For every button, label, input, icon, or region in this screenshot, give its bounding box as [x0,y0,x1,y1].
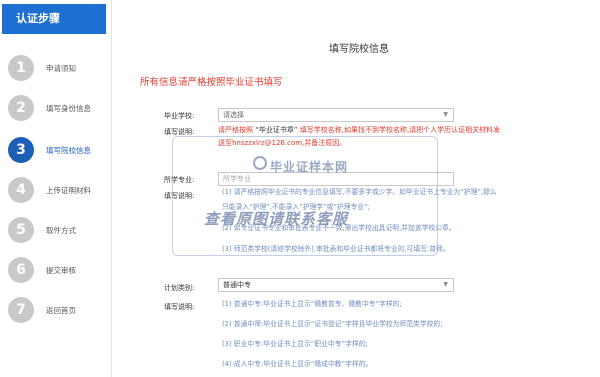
step-item-home[interactable]: 7 返回首页 [8,294,112,326]
step-number: 3 [8,137,34,163]
step-item-school[interactable]: 3 填写院校信息 [8,134,112,166]
plan-help-line: (2) 普通中师:毕业证书上显示“证书登记”字样且毕业学校为师范类学校的; [222,320,443,328]
plan-select[interactable]: 普通中专 ▼ [218,278,454,292]
help-text-part: 送至hnszzxlrz@126.com,并备注原因。 [218,139,347,147]
school-info-form: 填写院校信息 所有信息请严格按照毕业证书填写 毕业学校: 请选择 ▼ 填写说明:… [118,0,600,377]
school-select[interactable]: 请选择 ▼ [218,108,454,122]
plan-help-line: (1) 普通中专:毕业证书上显示“赣教普专、赣教中专”字样的; [222,300,402,308]
step-item-identity[interactable]: 2 填写身份信息 [8,92,112,124]
help-text-part: 填写学校名称,如果找不到学校名称,请把个人学历认证相关材料发 [299,126,501,134]
step-number: 7 [8,297,34,323]
major-input-placeholder: 所学专业 [223,175,251,183]
help-text-highlight: “毕业证书章” [255,126,298,134]
step-number: 5 [8,217,34,243]
major-label: 所学专业: [164,176,195,184]
major-help-label: 填写说明: [164,192,195,200]
steps-sidebar: 认证步骤 1 申请须知 2 填写身份信息 3 填写院校信息 4 上传证明材料 5… [0,0,112,377]
step-label: 填写身份信息 [46,103,91,113]
school-help-text: 请严格按照 “毕业证书章” 填写学校名称,如果找不到学校名称,请把个人学历认证相… [218,124,574,150]
sidebar-title: 认证步骤 [2,4,106,34]
plan-help-label: 填写说明: [164,303,195,311]
watermark-logo: 毕业证样本网 [270,160,349,174]
step-label: 取件方式 [46,225,76,235]
step-item-submit[interactable]: 6 提交审核 [8,254,112,286]
chevron-down-icon: ▼ [443,281,448,288]
school-help-label: 填写说明: [164,128,195,136]
step-number: 6 [8,257,34,283]
school-select-value: 请选择 [223,111,244,119]
step-number: 2 [8,95,34,121]
step-label: 提交审核 [46,265,76,275]
chevron-down-icon: ▼ [443,111,448,118]
plan-label: 计划类别: [164,284,195,292]
watermark-text: 查看原图请联系客服 [204,210,349,228]
watermark-logo-icon [253,156,267,170]
plan-help-line: (3) 职业中专:毕业证书上显示“职业中专”字样的; [222,340,368,348]
step-number: 1 [8,55,34,81]
step-number: 4 [8,177,34,203]
help-text-part: 请严格按照 [218,126,253,134]
plan-select-value: 普通中专 [223,281,251,289]
step-item-pickup[interactable]: 5 取件方式 [8,214,112,246]
step-label: 返回首页 [46,305,76,315]
form-notice: 所有信息请严格按照毕业证书填写 [140,77,283,88]
step-label: 申请须知 [46,63,76,73]
major-help-line: (1) 请严格按照毕业证书的专业信息填写,不要多字或少字。如毕业证书上专业为“护… [222,188,497,196]
step-item-upload[interactable]: 4 上传证明材料 [8,174,112,206]
step-item-notice[interactable]: 1 申请须知 [8,52,112,84]
page-title: 填写院校信息 [329,44,389,55]
school-label: 毕业学校: [164,112,195,120]
major-help-line: (3) 师范类学校(请修学校除外),审批表和毕业证书都将专业的,可填写:普师。 [222,245,450,253]
step-label: 上传证明材料 [46,185,91,195]
step-label: 填写院校信息 [46,145,91,155]
plan-help-line: (4) 成人中专:毕业证书上显示“赣成中教”字样的。 [222,360,373,368]
